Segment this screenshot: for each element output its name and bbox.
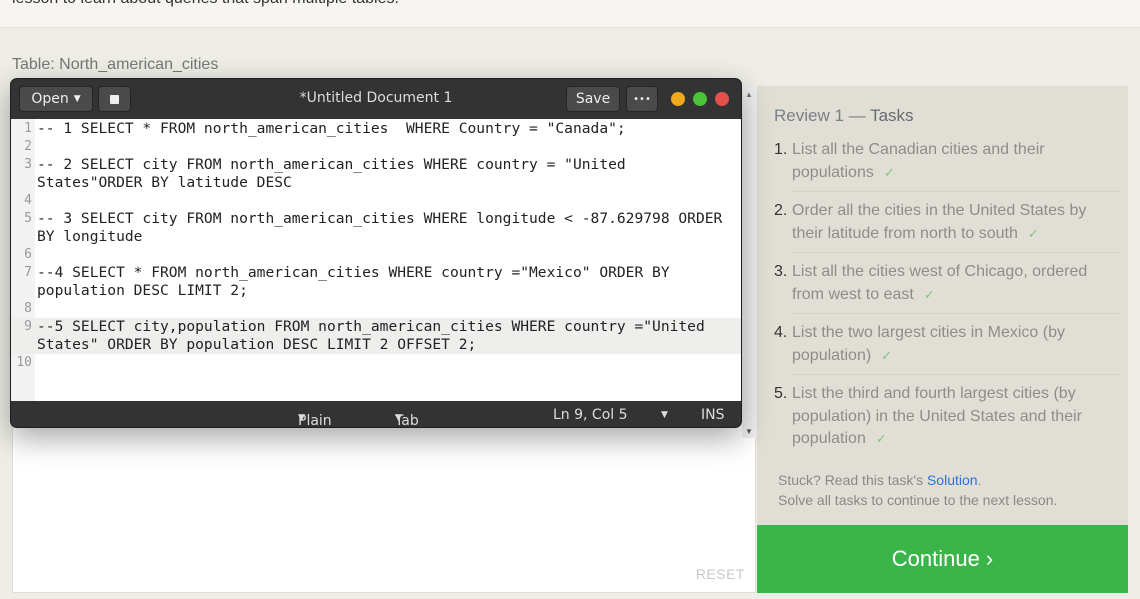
close-button[interactable] (715, 92, 729, 106)
line-number: 4 (24, 193, 32, 208)
save-button[interactable]: Save (566, 86, 620, 112)
line-text (35, 300, 735, 318)
code-line[interactable]: 4 (11, 192, 741, 210)
lesson-intro-text: lesson to learn about queries that span … (12, 0, 399, 8)
task-item: 2. Order all the cities in the United Sta… (774, 199, 1121, 260)
code-text-area[interactable]: 1 -- 1 SELECT * FROM north_american_citie… (11, 119, 741, 401)
maximize-button[interactable] (693, 92, 707, 106)
task-text-wrap: List the two largest cities in Mexico (b… (792, 322, 1121, 375)
task-item: 1. List all the Canadian cities and their… (774, 138, 1121, 199)
task-text: List the two largest cities in Mexico (b… (792, 324, 1065, 364)
more-menu-button[interactable]: ••• (626, 86, 658, 112)
task-text: List all the Canadian cities and their p… (792, 141, 1045, 181)
editor-statusbar: Plain Text ▼ Tab Width: 8 ▼ Ln 9, Col 5 … (11, 401, 741, 427)
continue-button[interactable]: Continue › (757, 525, 1128, 593)
hint-suffix: . (977, 472, 982, 488)
hint-text: Stuck? Read this task's Solution. Solve … (778, 470, 1057, 510)
check-icon: ✓ (883, 164, 895, 180)
tasks-heading-prefix: Review 1 — (774, 106, 871, 125)
check-icon: ✓ (875, 431, 887, 446)
task-text: Order all the cities in the United State… (792, 202, 1087, 242)
task-item: 3. List all the cities west of Chicago, o… (774, 260, 1121, 321)
code-line[interactable]: 10 (11, 354, 741, 372)
check-icon: ✓ (1027, 225, 1039, 241)
line-text: -- 2 SELECT city FROM north_american_cit… (37, 156, 635, 191)
scroll-down-icon[interactable]: ▼ (745, 427, 753, 436)
task-list: 1. List all the Canadian cities and their… (774, 138, 1121, 465)
task-text-wrap: List the third and fourth largest cities… (792, 383, 1121, 458)
scroll-up-icon[interactable]: ▲ (745, 90, 753, 99)
line-text (35, 192, 735, 210)
line-number: 3 (24, 157, 32, 172)
code-line[interactable]: 9 --5 SELECT city,population FROM north_a… (11, 318, 741, 354)
tasks-panel: Review 1 — Tasks 1. List all the Canadian… (757, 86, 1128, 525)
code-line[interactable]: 8 (11, 300, 741, 318)
task-text: List the third and fourth largest cities… (792, 385, 1082, 447)
task-item: 5. List the third and fourth largest citi… (774, 382, 1121, 465)
task-number: 3. (774, 263, 788, 280)
minimize-button[interactable] (671, 92, 685, 106)
line-number: 8 (24, 301, 32, 316)
task-text-wrap: List all the Canadian cities and their p… (792, 139, 1121, 192)
line-number: 10 (16, 355, 32, 370)
tasks-heading-label: Tasks (870, 106, 914, 125)
line-text: -- 3 SELECT city FROM north_american_cit… (37, 210, 732, 245)
task-number: 5. (774, 385, 788, 402)
code-line[interactable]: 3 -- 2 SELECT city FROM north_american_ci… (11, 156, 741, 192)
tasks-heading: Review 1 — Tasks (774, 106, 914, 126)
chevron-down-icon[interactable]: ▼ (661, 410, 668, 420)
line-number: 7 (24, 265, 32, 280)
task-text-wrap: List all the cities west of Chicago, ord… (792, 261, 1121, 314)
chevron-down-icon: ▼ (298, 413, 305, 423)
line-number: 9 (24, 319, 32, 334)
editor-headerbar: Open ▼ *Untitled Document 1 Save ••• (11, 79, 741, 119)
table-label: Table: North_american_cities (12, 56, 219, 73)
code-line[interactable]: 7 --4 SELECT * FROM north_american_cities… (11, 264, 741, 300)
code-line[interactable]: 2 (11, 138, 741, 156)
reset-button[interactable]: RESET (696, 566, 745, 582)
line-number: 2 (24, 139, 32, 154)
scrollbar[interactable]: ▲ ▼ (742, 86, 756, 438)
check-icon: ✓ (881, 347, 893, 363)
check-icon: ✓ (923, 286, 935, 302)
task-number: 2. (774, 202, 788, 219)
line-number: 1 (24, 121, 32, 136)
code-line[interactable]: 6 (11, 246, 741, 264)
line-text (35, 246, 735, 264)
chevron-down-icon: ▼ (395, 413, 402, 423)
line-number: 6 (24, 247, 32, 262)
code-line[interactable]: 5 -- 3 SELECT city FROM north_american_ci… (11, 210, 741, 246)
line-text: -- 1 SELECT * FROM north_american_cities… (37, 120, 626, 137)
hint-continue: Solve all tasks to continue to the next … (778, 492, 1058, 508)
line-text (35, 138, 735, 156)
cursor-position[interactable]: Ln 9, Col 5 (553, 407, 628, 423)
line-text (35, 354, 735, 372)
insert-mode[interactable]: INS (701, 407, 725, 423)
task-number: 4. (774, 324, 788, 341)
lesson-intro: lesson to learn about queries that span … (0, 0, 1140, 28)
line-number: 5 (24, 211, 32, 226)
task-number: 1. (774, 141, 788, 158)
hint-prefix: Stuck? Read this task's (778, 472, 927, 488)
task-item: 4. List the two largest cities in Mexico … (774, 321, 1121, 382)
task-text-wrap: Order all the cities in the United State… (792, 200, 1121, 253)
line-text: --5 SELECT city,population FROM north_am… (37, 318, 714, 353)
solution-link[interactable]: Solution (927, 472, 978, 488)
code-line[interactable]: 1 -- 1 SELECT * FROM north_american_citie… (11, 120, 741, 138)
line-text: --4 SELECT * FROM north_american_cities … (37, 264, 679, 299)
task-text: List all the cities west of Chicago, ord… (792, 263, 1088, 303)
text-editor-window: Open ▼ *Untitled Document 1 Save ••• 1 -- … (10, 78, 742, 428)
